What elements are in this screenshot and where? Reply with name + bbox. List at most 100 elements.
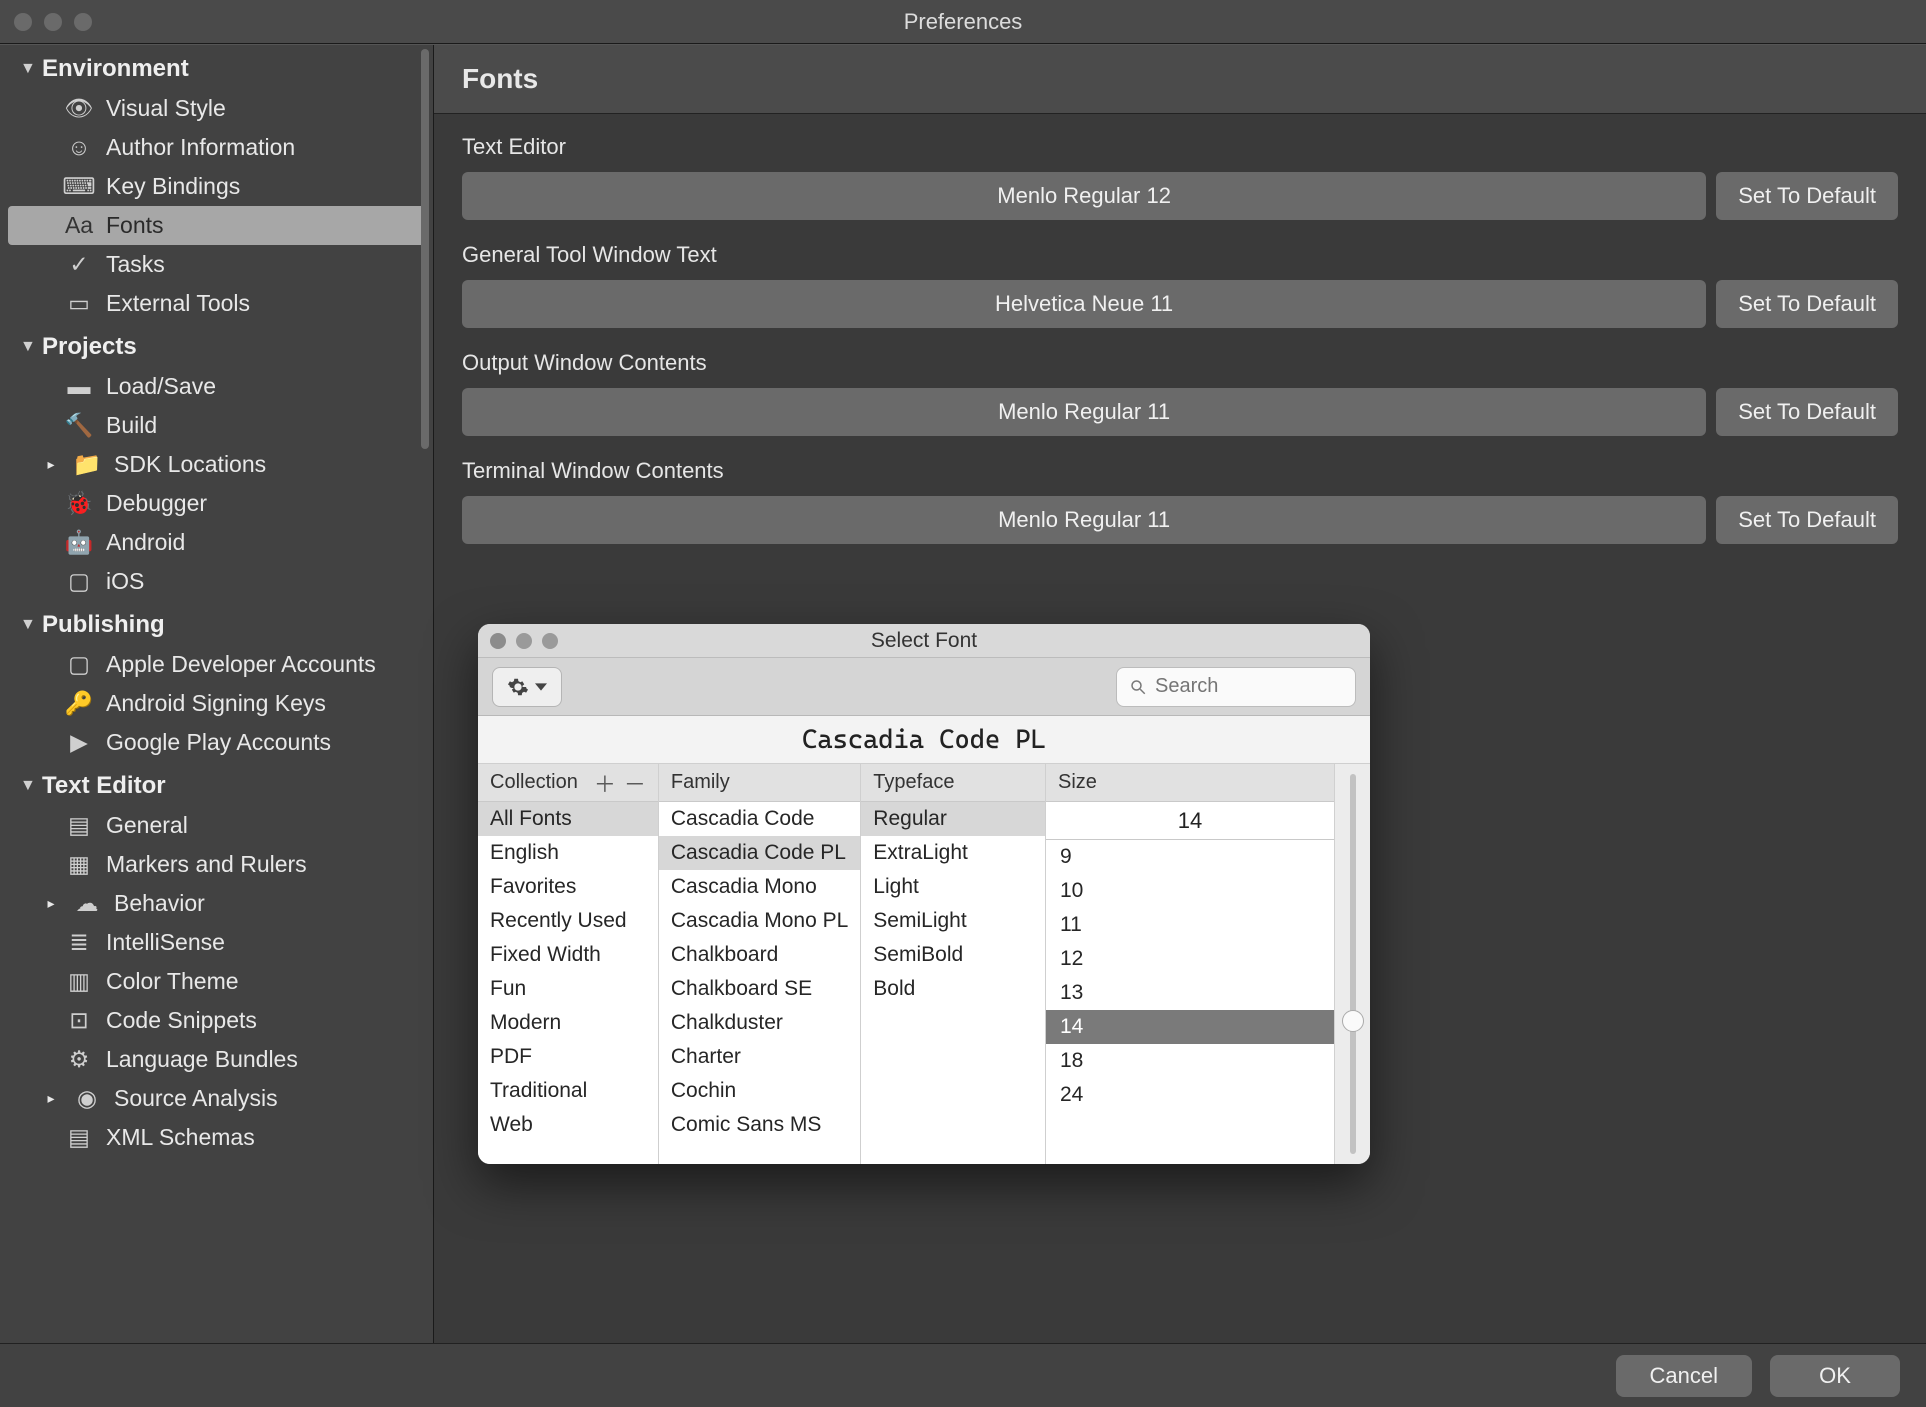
font-actions-menu[interactable] (492, 667, 562, 707)
sidebar-item[interactable]: 🔑Android Signing Keys (0, 684, 433, 723)
font-picker-button[interactable]: Menlo Regular 11 (462, 388, 1706, 436)
list-item[interactable]: English (478, 836, 658, 870)
list-item[interactable]: Chalkboard SE (659, 972, 860, 1006)
sidebar-section-header[interactable]: ▼Environment (0, 45, 433, 89)
sidebar-section-header[interactable]: ▼Publishing (0, 601, 433, 645)
reset-font-button[interactable]: Set To Default (1716, 172, 1898, 220)
sidebar-item[interactable]: ▬Load/Save (0, 367, 433, 406)
font-search-input[interactable] (1155, 675, 1343, 698)
reset-font-button[interactable]: Set To Default (1716, 496, 1898, 544)
family-list[interactable]: Cascadia CodeCascadia Code PLCascadia Mo… (659, 802, 860, 1164)
list-item[interactable]: Cascadia Mono PL (659, 904, 860, 938)
font-search-field[interactable] (1116, 667, 1356, 707)
close-icon[interactable] (490, 633, 506, 649)
sidebar-item[interactable]: ▦Markers and Rulers (0, 845, 433, 884)
sidebar-section-header[interactable]: ▼Text Editor (0, 762, 433, 806)
sidebar-item[interactable]: ▤General (0, 806, 433, 845)
sidebar-item[interactable]: ≣IntelliSense (0, 923, 433, 962)
sidebar-item[interactable]: ▢iOS (0, 562, 433, 601)
reset-font-button[interactable]: Set To Default (1716, 280, 1898, 328)
family-header: Family (659, 764, 860, 802)
sidebar-item[interactable]: ▤XML Schemas (0, 1118, 433, 1157)
list-item[interactable]: Cascadia Mono (659, 870, 860, 904)
list-item[interactable]: 18 (1046, 1044, 1334, 1078)
zoom-window-button[interactable] (74, 13, 92, 31)
sidebar-item[interactable]: AaFonts (8, 206, 425, 245)
sidebar-item[interactable]: ▸☁Behavior (0, 884, 433, 923)
list-item[interactable]: Modern (478, 1006, 658, 1040)
font-field-label: Text Editor (462, 134, 1898, 160)
list-item[interactable]: Fixed Width (478, 938, 658, 972)
list-item[interactable]: Favorites (478, 870, 658, 904)
sidebar-item[interactable]: ▢Apple Developer Accounts (0, 645, 433, 684)
sidebar-item[interactable]: ▥Color Theme (0, 962, 433, 1001)
cancel-button[interactable]: Cancel (1616, 1355, 1752, 1397)
list-item[interactable]: Charter (659, 1040, 860, 1074)
sidebar-item[interactable]: ✓Tasks (0, 245, 433, 284)
font-preview: Cascadia Code PL (478, 716, 1370, 764)
list-item[interactable]: Cascadia Code PL (659, 836, 860, 870)
disclosure-triangle-icon: ▸ (42, 895, 60, 912)
ok-button[interactable]: OK (1770, 1355, 1900, 1397)
list-item[interactable]: 9 (1046, 840, 1334, 874)
list-item[interactable]: ExtraLight (861, 836, 1045, 870)
size-input[interactable] (1046, 802, 1334, 840)
list-item[interactable]: Web (478, 1108, 658, 1142)
list-item[interactable]: Regular (861, 802, 1045, 836)
font-picker-button[interactable]: Helvetica Neue 11 (462, 280, 1706, 328)
typeface-header: Typeface (861, 764, 1045, 802)
list-item[interactable]: Fun (478, 972, 658, 1006)
size-slider[interactable] (1334, 764, 1370, 1164)
list-item[interactable]: 13 (1046, 976, 1334, 1010)
sidebar-item[interactable]: ▶Google Play Accounts (0, 723, 433, 762)
sidebar-item[interactable]: ☺Author Information (0, 128, 433, 167)
list-item[interactable]: Recently Used (478, 904, 658, 938)
size-list[interactable]: 910111213141824 (1046, 840, 1334, 1164)
section-title: Text Editor (42, 772, 166, 800)
list-item[interactable]: Bold (861, 972, 1045, 1006)
close-window-button[interactable] (14, 13, 32, 31)
sidebar-item[interactable]: 🔨Build (0, 406, 433, 445)
play-icon: ▶ (66, 730, 92, 756)
list-item[interactable]: 24 (1046, 1078, 1334, 1112)
add-collection-button[interactable]: ＋ (594, 767, 616, 799)
list-item[interactable]: 10 (1046, 874, 1334, 908)
sidebar-item[interactable]: 🤖Android (0, 523, 433, 562)
sidebar-section-header[interactable]: ▼Projects (0, 323, 433, 367)
sidebar-item[interactable]: ⚙Language Bundles (0, 1040, 433, 1079)
typeface-list[interactable]: RegularExtraLightLightSemiLightSemiBoldB… (861, 802, 1045, 1164)
list-item[interactable]: Traditional (478, 1074, 658, 1108)
list-item[interactable]: Cochin (659, 1074, 860, 1108)
list-item[interactable]: 11 (1046, 908, 1334, 942)
font-columns: Collection ＋ － All FontsEnglishFavorites… (478, 764, 1370, 1164)
remove-collection-button[interactable]: － (624, 767, 646, 799)
list-item[interactable]: Chalkduster (659, 1006, 860, 1040)
minimize-window-button[interactable] (44, 13, 62, 31)
list-item[interactable]: Comic Sans MS (659, 1108, 860, 1142)
list-item[interactable]: SemiBold (861, 938, 1045, 972)
list-item[interactable]: All Fonts (478, 802, 658, 836)
size-slider-thumb[interactable] (1342, 1010, 1364, 1032)
list-item[interactable]: SemiLight (861, 904, 1045, 938)
sidebar-item[interactable]: ⊡Code Snippets (0, 1001, 433, 1040)
list-item[interactable]: 14 (1046, 1010, 1334, 1044)
list-item[interactable]: Light (861, 870, 1045, 904)
preferences-sidebar[interactable]: ▼Environment👁Visual Style☺Author Informa… (0, 45, 434, 1343)
sidebar-item[interactable]: ▭External Tools (0, 284, 433, 323)
sidebar-item[interactable]: 🐞Debugger (0, 484, 433, 523)
collection-list[interactable]: All FontsEnglishFavoritesRecently UsedFi… (478, 802, 658, 1164)
zoom-icon[interactable] (542, 633, 558, 649)
sidebar-item[interactable]: ▸📁SDK Locations (0, 445, 433, 484)
sidebar-item[interactable]: 👁Visual Style (0, 89, 433, 128)
list-item[interactable]: PDF (478, 1040, 658, 1074)
list-item[interactable]: Cascadia Code (659, 802, 860, 836)
reset-font-button[interactable]: Set To Default (1716, 388, 1898, 436)
font-picker-button[interactable]: Menlo Regular 12 (462, 172, 1706, 220)
list-item[interactable]: Chalkboard (659, 938, 860, 972)
sidebar-item[interactable]: ▸◉Source Analysis (0, 1079, 433, 1118)
list-item[interactable]: 12 (1046, 942, 1334, 976)
minimize-icon[interactable] (516, 633, 532, 649)
font-dialog-titlebar: Select Font (478, 624, 1370, 658)
font-picker-button[interactable]: Menlo Regular 11 (462, 496, 1706, 544)
sidebar-item[interactable]: ⌨Key Bindings (0, 167, 433, 206)
